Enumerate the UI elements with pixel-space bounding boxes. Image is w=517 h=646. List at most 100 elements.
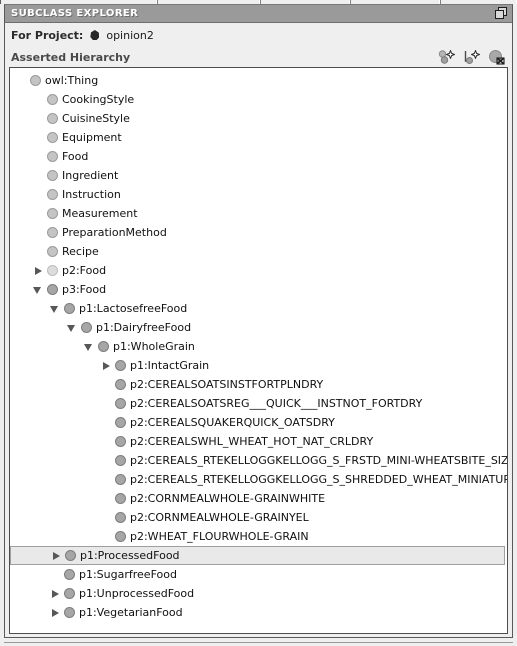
tree-node-row[interactable]: p2:CEREALSWHL_WHEAT_HOT_NAT_CRLDRY (10, 432, 507, 451)
collapse-arrow-icon[interactable] (82, 337, 98, 356)
tree-node-label: owl:Thing (45, 74, 99, 87)
tree-node-row[interactable]: CuisineStyle (10, 109, 507, 128)
tree-node-label: PreparationMethod (62, 226, 167, 239)
tree-node-row[interactable]: owl:Thing (10, 71, 507, 90)
tree-node-row[interactable]: CookingStyle (10, 90, 507, 109)
tree-node-row[interactable]: Measurement (10, 204, 507, 223)
tree-node-label: CookingStyle (62, 93, 135, 106)
tree-node-row[interactable]: p2:CORNMEALWHOLE-GRAINWHITE (10, 489, 507, 508)
tree-node-row[interactable]: p1:VegetarianFood (10, 603, 507, 622)
tree-node-row[interactable]: p2:CEREALS_RTEKELLOGGKELLOGG_S_FRSTD_MIN… (10, 451, 507, 470)
tree-node-list: owl:Thing CookingStyle CuisineStyle Equipme… (10, 68, 507, 622)
collapse-arrow-icon[interactable] (65, 318, 81, 337)
tree-node-row[interactable]: p2:Food (10, 261, 507, 280)
tree-node-row[interactable]: p1:UnprocessedFood (10, 584, 507, 603)
tree-node-label: Ingredient (62, 169, 119, 182)
maximize-icon-front-square (495, 10, 504, 19)
tree-node-label: p2:WHEAT_FLOURWHOLE-GRAIN (130, 530, 309, 543)
tree-node-row[interactable]: p1:DairyfreeFood (10, 318, 507, 337)
collapse-arrow-icon[interactable] (48, 299, 64, 318)
class-node-icon (115, 360, 126, 371)
tree-node-label: p2:Food (62, 264, 107, 277)
for-project-label: For Project: (11, 28, 84, 42)
tree-node-label: p1:WholeGrain (113, 340, 195, 353)
asserted-hierarchy-tree-panel[interactable]: owl:Thing CookingStyle CuisineStyle Equipme… (9, 67, 508, 634)
class-node-icon (47, 94, 58, 105)
tree-node-row[interactable]: p2:CEREALSQUAKERQUICK_OATSDRY (10, 413, 507, 432)
collapse-arrow-icon[interactable] (31, 280, 47, 299)
tree-node-label: Instruction (62, 188, 121, 201)
class-node-icon (47, 170, 58, 181)
tree-node-row[interactable]: PreparationMethod (10, 223, 507, 242)
tree-node-row[interactable]: p2:CEREALSOATSINSTFORTPLNDRY (10, 375, 507, 394)
tree-node-label: p1:LactosefreeFood (79, 302, 188, 315)
tree-node-label: p1:SugarfreeFood (79, 568, 177, 581)
class-node-icon (115, 436, 126, 447)
subclass-explorer-app: SUBCLASS EXPLORER For Project: opinion2 … (0, 0, 517, 646)
tree-node-row[interactable]: Instruction (10, 185, 507, 204)
class-node-icon (47, 246, 58, 257)
subclass-explorer-window: SUBCLASS EXPLORER For Project: opinion2 … (4, 4, 513, 638)
tree-node-row[interactable]: p2:CEREALSOATSREG___QUICK___INSTNOT_FORT… (10, 394, 507, 413)
project-name[interactable]: opinion2 (106, 29, 154, 42)
class-node-icon (115, 398, 126, 409)
tree-node-label: p2:CEREALSWHL_WHEAT_HOT_NAT_CRLDRY (130, 435, 374, 448)
tree-node-label: p1:DairyfreeFood (96, 321, 192, 334)
class-node-icon (81, 322, 92, 333)
class-node-icon (47, 284, 58, 295)
tree-node-row[interactable]: p2:CORNMEALWHOLE-GRAINYEL (10, 508, 507, 527)
create-subclass-button[interactable] (438, 49, 455, 65)
tree-node-row[interactable]: p1:IntactGrain (10, 356, 507, 375)
tree-node-label: Food (62, 150, 89, 163)
project-hexagon-icon (90, 30, 100, 40)
expand-arrow-icon[interactable] (31, 261, 47, 280)
class-node-icon (47, 151, 58, 162)
tree-node-row[interactable]: Equipment (10, 128, 507, 147)
tree-node-label: p2:CEREALSOATSINSTFORTPLNDRY (130, 378, 324, 391)
tree-node-label: p2:CEREALS_RTEKELLOGGKELLOGG_S_FRSTD_MIN… (130, 454, 508, 467)
expand-arrow-icon[interactable] (99, 356, 115, 375)
tree-node-row[interactable]: p1:WholeGrain (10, 337, 507, 356)
class-node-icon (115, 493, 126, 504)
maximize-restore-icon[interactable] (495, 7, 508, 20)
tree-node-label: p2:CEREALS_RTEKELLOGGKELLOGG_S_SHREDDED_… (130, 473, 508, 486)
tree-node-row[interactable]: Recipe (10, 242, 507, 261)
tree-node-row[interactable]: p1:ProcessedFood (10, 546, 505, 565)
window-title: SUBCLASS EXPLORER (11, 8, 139, 19)
class-node-icon (47, 227, 58, 238)
tree-node-row[interactable]: Food (10, 147, 507, 166)
expand-arrow-icon[interactable] (48, 603, 64, 622)
tree-node-row[interactable]: p1:SugarfreeFood (10, 565, 507, 584)
tree-node-label: p1:VegetarianFood (79, 606, 183, 619)
delete-class-button[interactable] (488, 49, 505, 65)
class-node-icon (64, 303, 75, 314)
class-node-icon (47, 132, 58, 143)
expand-arrow-icon[interactable] (49, 546, 65, 565)
class-node-icon (64, 588, 75, 599)
tree-node-row[interactable]: p2:WHEAT_FLOURWHOLE-GRAIN (10, 527, 507, 546)
class-node-icon (30, 75, 41, 86)
class-node-icon (47, 189, 58, 200)
create-sibling-class-button[interactable] (463, 49, 480, 65)
tree-node-label: p2:CEREALSQUAKERQUICK_OATSDRY (130, 416, 335, 429)
tree-node-row[interactable]: Ingredient (10, 166, 507, 185)
asserted-hierarchy-header: Asserted Hierarchy (5, 47, 512, 67)
expand-arrow-icon[interactable] (48, 584, 64, 603)
tree-node-label: p2:CORNMEALWHOLE-GRAINWHITE (130, 492, 326, 505)
tree-node-row[interactable]: p3:Food (10, 280, 507, 299)
class-node-icon (115, 512, 126, 523)
tree-node-row[interactable]: p1:LactosefreeFood (10, 299, 507, 318)
asserted-hierarchy-label: Asserted Hierarchy (11, 50, 131, 64)
tree-node-row[interactable]: p2:CEREALS_RTEKELLOGGKELLOGG_S_SHREDDED_… (10, 470, 507, 489)
class-node-icon (47, 208, 58, 219)
